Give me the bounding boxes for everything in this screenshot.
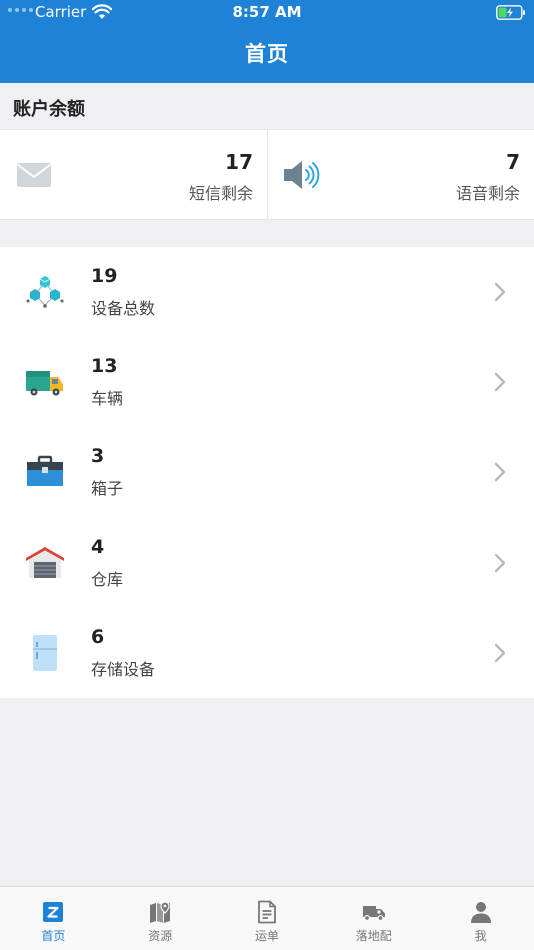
delivery-truck-icon xyxy=(362,906,385,922)
sms-balance-card[interactable]: 17 短信剩余 xyxy=(0,130,267,219)
chevron-right-icon xyxy=(494,282,506,302)
toolbox-icon xyxy=(27,456,63,487)
map-pin-icon xyxy=(150,901,171,923)
vehicles-label: 车辆 xyxy=(91,389,124,409)
list-item-devices[interactable]: 19 设备总数 xyxy=(0,247,534,337)
sms-remaining-label: 短信剩余 xyxy=(188,184,253,203)
list-item-boxes[interactable]: 3 箱子 xyxy=(0,427,534,517)
vehicles-count: 13 xyxy=(91,355,118,378)
resource-list: 19 设备总数 13 车辆 3 箱子 4 仓库 6 存储设备 xyxy=(0,247,534,698)
voice-remaining-label: 语音剩余 xyxy=(455,184,520,203)
devices-label: 设备总数 xyxy=(91,299,156,318)
user-icon xyxy=(470,902,491,923)
voice-balance-card[interactable]: 7 语音剩余 xyxy=(267,130,534,219)
tab-me-label: 我 xyxy=(474,929,487,943)
warehouses-label: 仓库 xyxy=(91,569,124,589)
boxes-label: 箱子 xyxy=(91,479,124,499)
chevron-right-icon xyxy=(494,463,506,482)
sms-remaining-value: 17 xyxy=(225,150,253,174)
storage-devices-label: 存储设备 xyxy=(91,659,156,679)
tab-waybills[interactable]: 运单 xyxy=(214,887,321,950)
speaker-icon xyxy=(284,161,320,189)
page-title: 首页 xyxy=(245,42,289,66)
tab-home[interactable]: 首页 xyxy=(0,887,107,950)
tab-waybills-label: 运单 xyxy=(254,929,279,943)
cubes-icon xyxy=(26,276,64,308)
home-z-icon xyxy=(43,902,64,922)
boxes-count: 3 xyxy=(91,445,105,468)
list-item-vehicles[interactable]: 13 车辆 xyxy=(0,337,534,427)
storage-devices-count: 6 xyxy=(91,625,105,648)
tab-home-label: 首页 xyxy=(41,929,66,943)
document-icon xyxy=(258,900,276,924)
truck-icon xyxy=(26,371,63,396)
warehouses-count: 4 xyxy=(91,535,105,558)
chevron-right-icon xyxy=(494,553,506,572)
balance-panel: 17 短信剩余 7 语音剩余 xyxy=(0,129,534,220)
warehouse-icon xyxy=(26,546,64,578)
list-item-storage-devices[interactable]: 6 存储设备 xyxy=(0,608,534,698)
voice-remaining-value: 7 xyxy=(506,150,520,174)
status-bar: Carrier 8:57 AM xyxy=(0,0,534,26)
tab-last-mile[interactable]: 落地配 xyxy=(320,887,427,950)
fridge-icon xyxy=(33,634,57,671)
balance-section-title: 账户余额 xyxy=(13,99,85,120)
chevron-right-icon xyxy=(494,643,506,662)
list-item-warehouses[interactable]: 4 仓库 xyxy=(0,518,534,608)
tab-me[interactable]: 我 xyxy=(427,887,534,950)
status-time: 8:57 AM xyxy=(232,3,302,21)
tab-resources[interactable]: 资源 xyxy=(107,887,214,950)
battery-icon xyxy=(496,5,525,20)
app-header: Carrier 8:57 AM 首页 xyxy=(0,0,534,83)
bottom-tab-bar: 首页 资源 运单 落地配 我 xyxy=(0,886,534,950)
devices-count: 19 xyxy=(91,265,118,287)
envelope-icon xyxy=(16,163,52,187)
chevron-right-icon xyxy=(494,372,506,392)
tab-last-mile-label: 落地配 xyxy=(355,929,392,943)
tab-resources-label: 资源 xyxy=(148,929,173,943)
